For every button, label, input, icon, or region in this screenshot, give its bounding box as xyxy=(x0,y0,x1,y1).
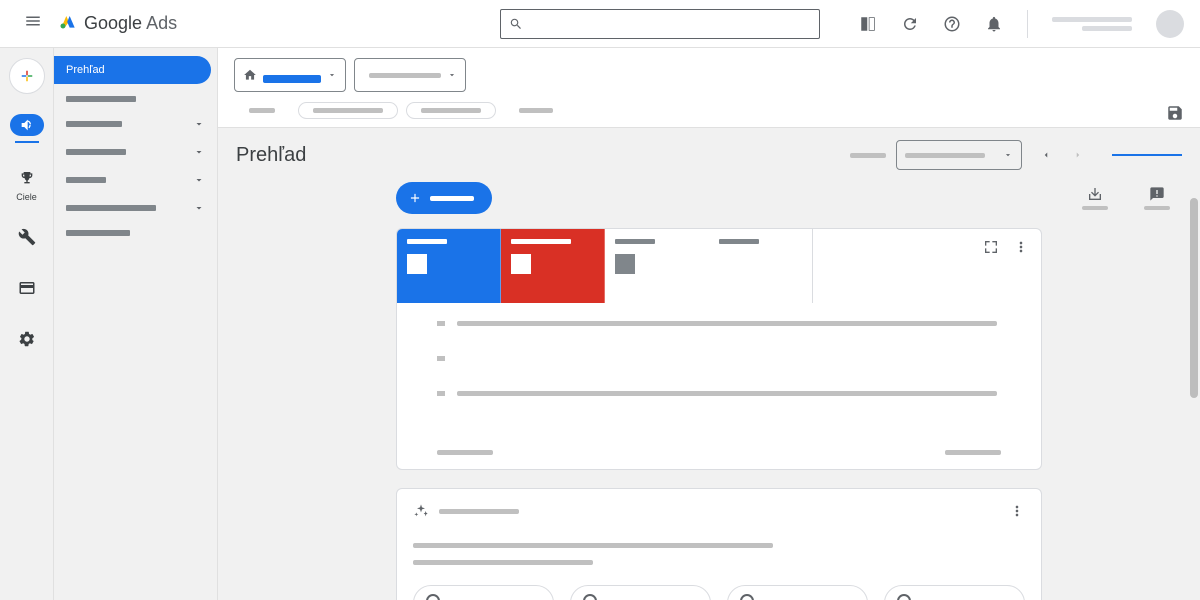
content-area: Prehľad xyxy=(218,48,1200,600)
card-icon xyxy=(18,279,36,297)
dropdown-arrow-icon xyxy=(1003,150,1013,160)
user-avatar[interactable] xyxy=(1156,10,1184,38)
separator xyxy=(1027,10,1028,38)
menu-toggle-button[interactable] xyxy=(16,4,50,43)
filter-chip-1[interactable] xyxy=(234,102,290,119)
chevron-down-icon xyxy=(193,174,205,186)
new-campaign-button[interactable] xyxy=(396,182,492,214)
chevron-down-icon xyxy=(193,146,205,158)
scrollbar[interactable] xyxy=(1190,128,1198,600)
main-scroll: Prehľad xyxy=(218,128,1200,600)
date-prev-button[interactable] xyxy=(1032,141,1060,169)
chart-footer xyxy=(397,444,1041,469)
option-2[interactable] xyxy=(570,585,711,600)
date-controls xyxy=(850,140,1182,170)
nav-item-4[interactable] xyxy=(60,166,211,194)
campaign-selector[interactable] xyxy=(234,58,346,92)
rail-goals-label: Ciele xyxy=(16,192,37,202)
scrollbar-thumb[interactable] xyxy=(1190,198,1198,398)
sparkle-icon xyxy=(413,503,429,519)
app-header: Google Ads xyxy=(0,0,1200,48)
date-range-selector[interactable] xyxy=(896,140,1022,170)
rail-billing[interactable] xyxy=(18,273,36,308)
chevron-left-icon xyxy=(1041,150,1051,160)
notifications-icon[interactable] xyxy=(985,15,1003,33)
refresh-icon[interactable] xyxy=(901,15,919,33)
chevron-down-icon xyxy=(193,118,205,130)
filter-chip-4[interactable] xyxy=(504,102,568,119)
megaphone-icon xyxy=(19,117,35,133)
option-3[interactable] xyxy=(727,585,868,600)
download-button[interactable] xyxy=(1082,186,1108,210)
metrics-tabs xyxy=(397,229,1041,303)
header-actions xyxy=(859,10,1184,38)
top-controls xyxy=(218,48,1200,128)
option-4[interactable] xyxy=(884,585,1025,600)
rail-tools[interactable] xyxy=(18,222,36,257)
nav-item-2[interactable] xyxy=(60,110,211,138)
chart-area xyxy=(397,303,1041,444)
indicator-line xyxy=(1112,154,1182,156)
chevron-right-icon xyxy=(1073,150,1083,160)
nav-item-6[interactable] xyxy=(60,222,211,244)
more-icon[interactable] xyxy=(1013,239,1029,255)
plus-icon xyxy=(18,67,36,85)
save-view-icon[interactable] xyxy=(1166,104,1184,122)
nav-item-1[interactable] xyxy=(60,88,211,110)
hamburger-icon xyxy=(24,12,42,30)
nav-item-overview[interactable]: Prehľad xyxy=(54,56,211,84)
download-icon xyxy=(1087,186,1103,202)
insights-card xyxy=(396,488,1042,600)
search-input[interactable] xyxy=(500,9,820,39)
feedback-button[interactable] xyxy=(1144,186,1170,210)
nav-panel: Prehľad xyxy=(54,48,218,600)
dropdown-arrow-icon xyxy=(327,70,337,80)
help-icon[interactable] xyxy=(943,15,961,33)
page-title: Prehľad xyxy=(236,144,306,167)
rail-campaigns[interactable] xyxy=(10,110,44,147)
google-ads-logo-icon xyxy=(58,11,78,36)
brand-logo[interactable]: Google Ads xyxy=(58,11,177,36)
rail-goals[interactable]: Ciele xyxy=(10,163,44,206)
plus-icon xyxy=(408,191,422,205)
metric-tab-3[interactable] xyxy=(605,229,709,303)
metric-tab-1[interactable] xyxy=(397,229,501,303)
expand-icon[interactable] xyxy=(983,239,999,255)
rail-admin[interactable] xyxy=(18,324,36,359)
nav-item-3[interactable] xyxy=(60,138,211,166)
nav-item-5[interactable] xyxy=(60,194,211,222)
feedback-icon xyxy=(1149,186,1165,202)
filter-chip-3[interactable] xyxy=(406,102,496,119)
adgroup-selector[interactable] xyxy=(354,58,466,92)
brand-text: Google Ads xyxy=(84,13,177,34)
metric-tab-2[interactable] xyxy=(501,229,605,303)
metric-tab-4[interactable] xyxy=(709,229,813,303)
option-1[interactable] xyxy=(413,585,554,600)
filter-chip-2[interactable] xyxy=(298,102,398,119)
trophy-icon xyxy=(19,170,35,186)
date-next-button[interactable] xyxy=(1064,141,1092,169)
account-info[interactable] xyxy=(1052,17,1132,31)
gear-icon xyxy=(18,330,36,348)
more-icon[interactable] xyxy=(1009,503,1025,519)
icon-rail: Ciele xyxy=(0,48,54,600)
metrics-card xyxy=(396,228,1042,470)
date-label xyxy=(850,153,886,158)
dropdown-arrow-icon xyxy=(447,70,457,80)
search-icon xyxy=(509,17,523,31)
appearance-icon[interactable] xyxy=(859,15,877,33)
chevron-down-icon xyxy=(193,202,205,214)
home-icon xyxy=(243,68,257,82)
wrench-icon xyxy=(18,228,36,246)
create-button[interactable] xyxy=(9,58,45,94)
